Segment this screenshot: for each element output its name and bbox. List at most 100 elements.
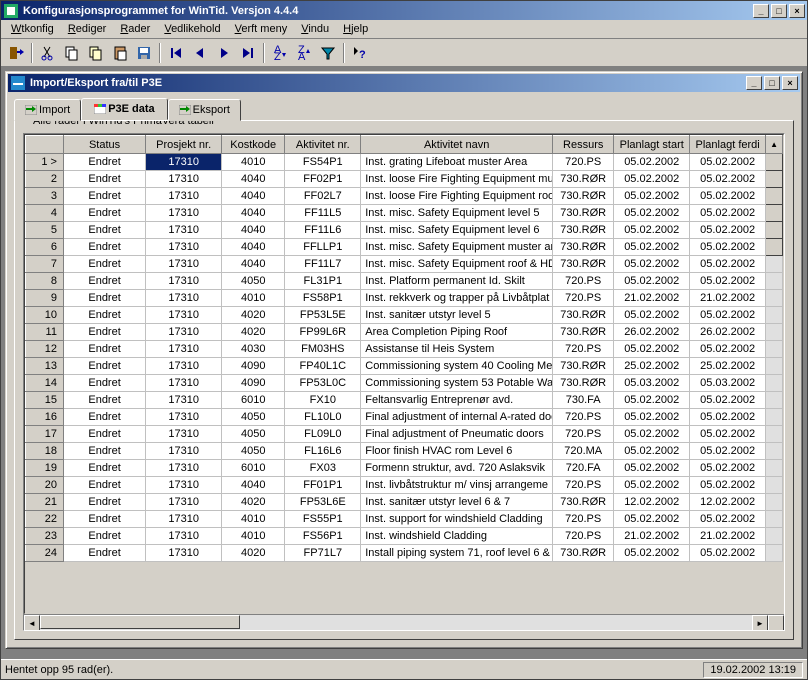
table-row[interactable]: 12Endret173104030FM03HSAssistanse til He… bbox=[26, 341, 783, 358]
cell[interactable]: Endret bbox=[63, 392, 145, 409]
minimize-button[interactable]: _ bbox=[753, 4, 769, 18]
cell[interactable]: 3 bbox=[26, 188, 64, 205]
cell[interactable]: 4040 bbox=[222, 205, 285, 222]
cell[interactable]: 17310 bbox=[146, 205, 222, 222]
table-row[interactable]: 11Endret173104020FP99L6RArea Completion … bbox=[26, 324, 783, 341]
table-row[interactable]: 20Endret173104040FF01P1Inst. livbåtstruk… bbox=[26, 477, 783, 494]
cell[interactable]: Endret bbox=[63, 528, 145, 545]
child-titlebar[interactable]: Import/Eksport fra/til P3E _ □ × bbox=[8, 74, 800, 92]
table-row[interactable]: 4Endret173104040FF11L5Inst. misc. Safety… bbox=[26, 205, 783, 222]
cell[interactable]: 4090 bbox=[222, 375, 285, 392]
cell[interactable]: 21 bbox=[26, 494, 64, 511]
cell[interactable]: 05.02.2002 bbox=[690, 477, 766, 494]
cell[interactable]: 17310 bbox=[146, 188, 222, 205]
cell[interactable]: FP71L7 bbox=[285, 545, 361, 562]
cell[interactable]: 05.02.2002 bbox=[614, 409, 690, 426]
cell[interactable]: Area Completion Piping Roof bbox=[361, 324, 553, 341]
cell[interactable]: FP99L6R bbox=[285, 324, 361, 341]
child-minimize-button[interactable]: _ bbox=[746, 76, 762, 90]
cell[interactable]: 730.RØR bbox=[553, 171, 614, 188]
cell[interactable]: Endret bbox=[63, 154, 145, 171]
table-row[interactable]: 8Endret173104050FL31P1Inst. Platform per… bbox=[26, 273, 783, 290]
vscroll-cell[interactable] bbox=[766, 205, 783, 222]
cell[interactable]: 730.RØR bbox=[553, 188, 614, 205]
cell[interactable]: 720.PS bbox=[553, 273, 614, 290]
cell[interactable]: 17310 bbox=[146, 239, 222, 256]
col-header[interactable]: Planlagt ferdi bbox=[690, 136, 766, 154]
cell[interactable]: 720.PS bbox=[553, 341, 614, 358]
cell[interactable]: Endret bbox=[63, 205, 145, 222]
cell[interactable]: 720.PS bbox=[553, 154, 614, 171]
cell[interactable]: Endret bbox=[63, 256, 145, 273]
vscroll-cell[interactable] bbox=[766, 222, 783, 239]
cell[interactable]: 21.02.2002 bbox=[690, 290, 766, 307]
cell[interactable]: 5 bbox=[26, 222, 64, 239]
cell[interactable]: FP53L5E bbox=[285, 307, 361, 324]
cell[interactable]: Endret bbox=[63, 426, 145, 443]
table-row[interactable]: 19Endret173106010FX03Formenn struktur, a… bbox=[26, 460, 783, 477]
cell[interactable]: 6010 bbox=[222, 392, 285, 409]
menu-ader[interactable]: Rader bbox=[114, 21, 156, 37]
cell[interactable]: 05.02.2002 bbox=[614, 426, 690, 443]
scroll-left-button[interactable]: ◄ bbox=[24, 615, 40, 631]
cell[interactable]: 05.02.2002 bbox=[614, 511, 690, 528]
cell[interactable]: Endret bbox=[63, 222, 145, 239]
cell[interactable]: FS55P1 bbox=[285, 511, 361, 528]
toolbar-sort-asc[interactable]: AZ bbox=[269, 42, 291, 64]
cell[interactable]: 17310 bbox=[146, 494, 222, 511]
cell[interactable]: 12 bbox=[26, 341, 64, 358]
toolbar-copy2[interactable] bbox=[85, 42, 107, 64]
cell[interactable]: FF11L6 bbox=[285, 222, 361, 239]
cell[interactable]: 4 bbox=[26, 205, 64, 222]
cell[interactable]: 730.RØR bbox=[553, 256, 614, 273]
vscroll-cell[interactable] bbox=[766, 290, 783, 307]
cell[interactable]: FS58P1 bbox=[285, 290, 361, 307]
table-row[interactable]: 22Endret173104010FS55P1Inst. support for… bbox=[26, 511, 783, 528]
cell[interactable]: 17310 bbox=[146, 392, 222, 409]
vscroll-cell[interactable] bbox=[766, 358, 783, 375]
vscroll-cell[interactable] bbox=[766, 528, 783, 545]
cell[interactable]: 05.02.2002 bbox=[614, 392, 690, 409]
vscroll-cell[interactable] bbox=[766, 409, 783, 426]
cell[interactable]: FF02P1 bbox=[285, 171, 361, 188]
vscroll-cell[interactable] bbox=[766, 511, 783, 528]
table-row[interactable]: 21Endret173104020FP53L6EInst. sanitær ut… bbox=[26, 494, 783, 511]
cell[interactable]: FL09L0 bbox=[285, 426, 361, 443]
col-header[interactable]: Status bbox=[63, 136, 145, 154]
scroll-right-button[interactable]: ► bbox=[752, 615, 768, 631]
horizontal-scrollbar[interactable]: ◄ ► bbox=[24, 614, 784, 630]
cell[interactable]: 4040 bbox=[222, 477, 285, 494]
cell[interactable]: Endret bbox=[63, 273, 145, 290]
cell[interactable]: 17310 bbox=[146, 443, 222, 460]
table-row[interactable]: 3Endret173104040FF02L7Inst. loose Fire F… bbox=[26, 188, 783, 205]
cell[interactable]: 4050 bbox=[222, 443, 285, 460]
cell[interactable]: 15 bbox=[26, 392, 64, 409]
cell[interactable]: 05.02.2002 bbox=[614, 222, 690, 239]
cell[interactable]: 17310 bbox=[146, 256, 222, 273]
cell[interactable]: 17310 bbox=[146, 375, 222, 392]
cell[interactable]: Inst. misc. Safety Equipment roof & HD bbox=[361, 256, 553, 273]
cell[interactable]: Formenn struktur, avd. 720 Aslaksvik bbox=[361, 460, 553, 477]
cell[interactable]: 17310 bbox=[146, 154, 222, 171]
cell[interactable]: Endret bbox=[63, 188, 145, 205]
cell[interactable]: 4020 bbox=[222, 307, 285, 324]
cell[interactable]: 730.RØR bbox=[553, 307, 614, 324]
table-row[interactable]: 14Endret173104090FP53L0CCommissioning sy… bbox=[26, 375, 783, 392]
cell[interactable]: FFLLP1 bbox=[285, 239, 361, 256]
vscroll-cell[interactable] bbox=[766, 341, 783, 358]
table-row[interactable]: 7Endret173104040FF11L7Inst. misc. Safety… bbox=[26, 256, 783, 273]
cell[interactable]: FS56P1 bbox=[285, 528, 361, 545]
cell[interactable]: 17310 bbox=[146, 171, 222, 188]
cell[interactable]: 05.02.2002 bbox=[614, 341, 690, 358]
cell[interactable]: 4050 bbox=[222, 273, 285, 290]
cell[interactable]: 9 bbox=[26, 290, 64, 307]
cell[interactable]: 05.02.2002 bbox=[690, 205, 766, 222]
cell[interactable]: 17310 bbox=[146, 528, 222, 545]
table-row[interactable]: 10Endret173104020FP53L5EInst. sanitær ut… bbox=[26, 307, 783, 324]
toolbar-nav-prev[interactable] bbox=[189, 42, 211, 64]
cell[interactable]: Endret bbox=[63, 375, 145, 392]
toolbar-copy[interactable] bbox=[61, 42, 83, 64]
cell[interactable]: Feltansvarlig Entreprenør avd. bbox=[361, 392, 553, 409]
vscroll-cell[interactable] bbox=[766, 443, 783, 460]
cell[interactable]: 4040 bbox=[222, 239, 285, 256]
